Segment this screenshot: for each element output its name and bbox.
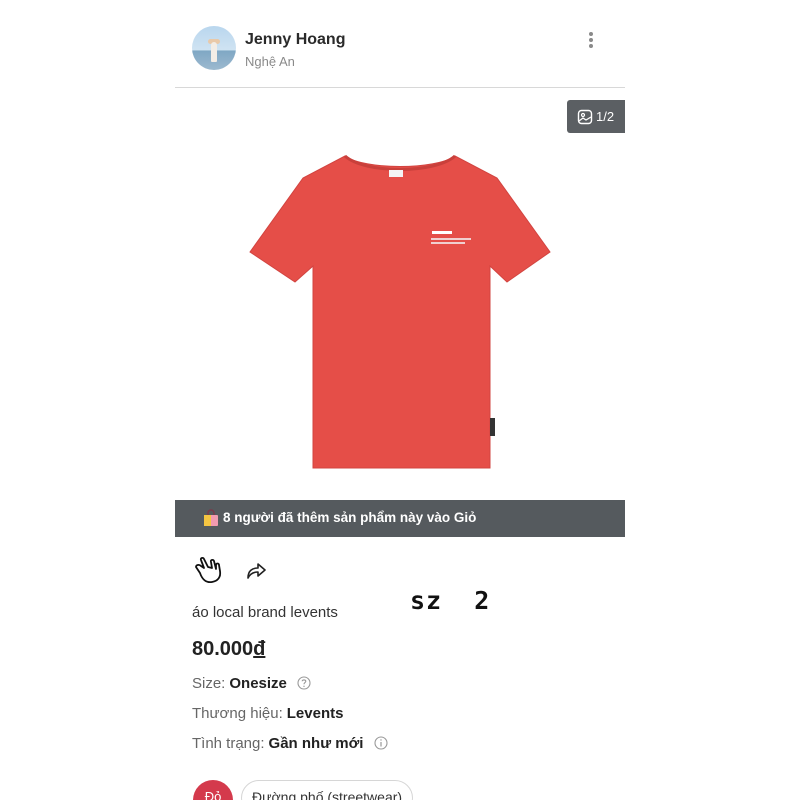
info-circle-icon[interactable] bbox=[374, 736, 388, 750]
hand-love-icon[interactable] bbox=[192, 555, 224, 587]
style-tag[interactable]: Đường phố (streetwear) bbox=[241, 780, 414, 800]
vertical-ellipsis-icon[interactable] bbox=[585, 30, 597, 50]
cart-banner-text: 8 người đã thêm sản phẩm này vào Giỏ bbox=[223, 510, 477, 525]
cart-banner: 8 người đã thêm sản phẩm này vào Giỏ bbox=[175, 500, 625, 537]
attribute-label: Tình trạng: bbox=[192, 735, 265, 752]
image-counter-text: 1/2 bbox=[596, 109, 615, 124]
price-value: 80.000 bbox=[192, 638, 254, 660]
attribute-label: Size: bbox=[192, 675, 226, 692]
red-tshirt-image bbox=[249, 154, 551, 469]
seller-header: Jenny Hoang Nghệ An bbox=[175, 0, 625, 88]
attribute-label: Thương hiệu: bbox=[192, 705, 283, 722]
listing-card: Jenny Hoang Nghệ An 1/2 8 người đã thêm … bbox=[175, 0, 625, 800]
seller-location: Nghệ An bbox=[245, 54, 295, 69]
image-counter: 1/2 bbox=[567, 100, 625, 133]
color-tag[interactable]: Đỏ bbox=[193, 780, 233, 800]
avatar-figure bbox=[211, 42, 217, 62]
shopping-bag-icon bbox=[204, 509, 218, 526]
page: Jenny Hoang Nghệ An 1/2 8 người đã thêm … bbox=[0, 0, 800, 800]
gallery-icon bbox=[577, 109, 593, 125]
product-title: áo local brand levents bbox=[192, 604, 338, 621]
attribute-condition: Tình trạng: Gần như mới bbox=[192, 735, 388, 752]
attribute-value: Gần như mới bbox=[268, 735, 364, 752]
attribute-value[interactable]: Levents bbox=[287, 705, 344, 722]
attribute-value: Onesize bbox=[229, 675, 287, 692]
product-price: 80.000đ bbox=[192, 638, 265, 661]
product-image-gallery[interactable]: 1/2 bbox=[175, 88, 625, 500]
attribute-brand: Thương hiệu: Levents bbox=[192, 705, 343, 722]
size-annotation: sz 2 bbox=[410, 586, 491, 615]
attribute-size: Size: Onesize bbox=[192, 675, 311, 692]
question-circle-icon[interactable] bbox=[297, 676, 311, 690]
share-arrow-icon[interactable] bbox=[245, 559, 267, 581]
seller-name[interactable]: Jenny Hoang bbox=[245, 31, 345, 49]
price-currency: đ bbox=[253, 638, 266, 660]
avatar[interactable] bbox=[192, 26, 236, 70]
